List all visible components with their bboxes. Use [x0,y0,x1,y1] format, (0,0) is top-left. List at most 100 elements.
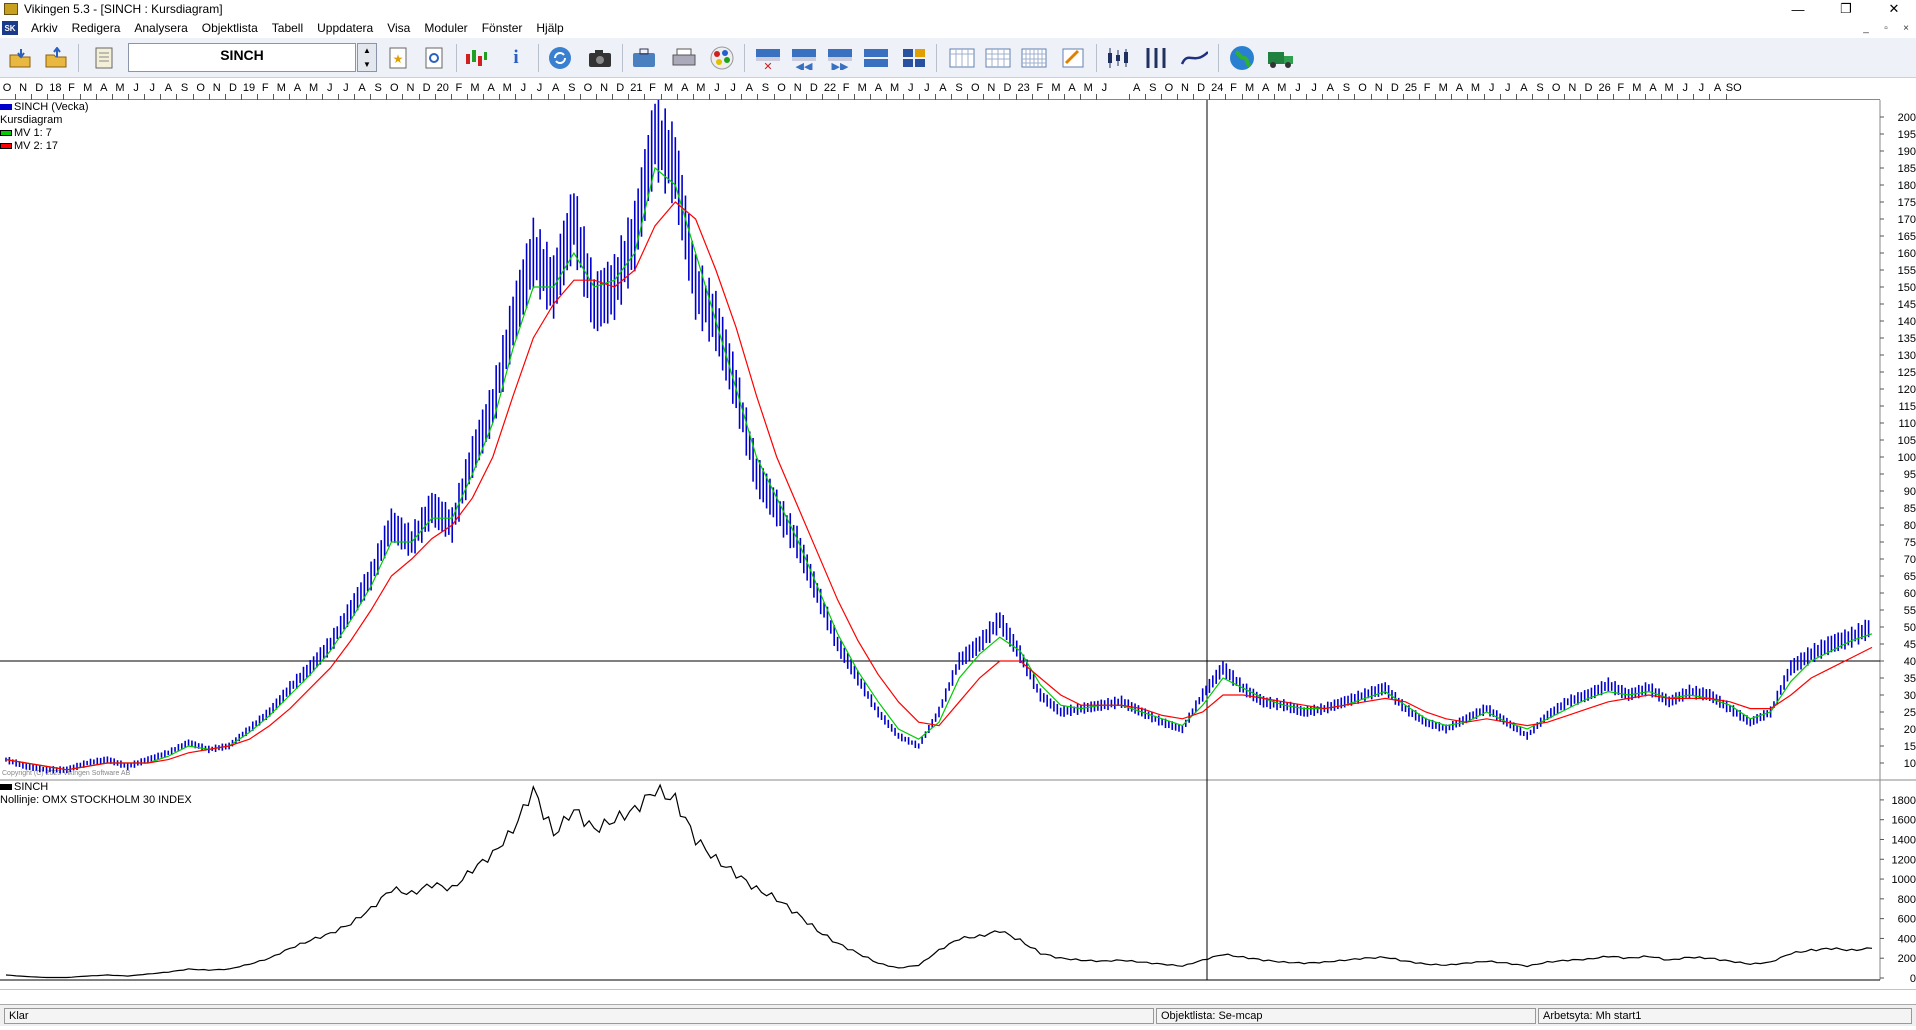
menu-analysera[interactable]: Analysera [127,21,194,35]
timeline-label: J [730,82,736,94]
timeline-label: F [1423,82,1431,94]
export-folder-icon[interactable] [42,44,70,72]
rewind-icon[interactable]: ◀◀ [790,44,818,72]
timeline-label: F [649,82,656,94]
line-chart-icon[interactable] [1180,44,1208,72]
spin-up-button[interactable]: ▲ [363,46,371,55]
mdi-document-icon[interactable]: SK [2,21,18,35]
timeline-label: M [1470,82,1481,94]
menu-hjalp[interactable]: Hjälp [529,21,570,35]
search-doc-icon[interactable] [420,44,448,72]
bookmark-star-icon[interactable]: ★ [384,44,412,72]
menu-arkiv[interactable]: Arkiv [24,21,65,35]
timeline-label: M [1083,82,1093,94]
timeline-label: M [889,82,900,94]
calendar-month-icon[interactable] [1020,44,1048,72]
timeline-label: O [196,82,205,94]
price-tick-label: 25 [1904,707,1916,719]
mdi-restore-button[interactable]: ▫ [1878,21,1894,35]
briefcase-icon[interactable] [630,44,658,72]
candles-color-icon[interactable] [462,44,490,72]
menu-bar: SK Arkiv Redigera Analysera Objektlista … [0,18,1916,38]
price-tick-label: 145 [1898,299,1916,311]
calendar-week-icon[interactable] [984,44,1012,72]
price-tick-label: 70 [1904,554,1916,566]
menu-fonster[interactable]: Fönster [475,21,530,35]
mdi-close-button[interactable]: × [1898,21,1914,35]
menu-redigera[interactable]: Redigera [65,21,128,35]
timeline-label: J [536,82,543,94]
spin-down-button[interactable]: ▼ [363,60,371,69]
price-tick-label: 140 [1898,316,1916,328]
price-tick-label: 45 [1904,639,1916,651]
notebook-icon[interactable] [90,44,118,72]
svg-text:◀◀: ◀◀ [796,61,813,70]
timeline-label: J [1505,82,1511,94]
timeline-label: S [761,82,770,94]
timeline-label: F [68,82,75,94]
status-objektlista: Objektlista: Se-mcap [1156,1008,1536,1024]
restore-button[interactable]: ❐ [1826,0,1866,18]
timeline-label: S [568,82,576,94]
close-button[interactable]: ✕ [1874,0,1914,18]
svg-text:✕: ✕ [763,61,772,70]
timeline-label: A [681,82,689,94]
index-tick-label: 800 [1898,894,1916,906]
chart-area[interactable]: 10 15 20 25 30 35 40 45 50 55 60 65 70 75 80 85 90 95 100 1… [0,100,1916,990]
menu-objektlista[interactable]: Objektlista [195,21,265,35]
timeline-axis: O N D 18 F M A M J J A S O N D 19 F M A M J J A S O N D 20 F M A M J J A S O… [0,80,1880,100]
timeline-label: M [502,82,512,94]
menu-visa[interactable]: Visa [380,21,417,35]
palette-icon[interactable] [708,44,736,72]
timeline-label: F [261,82,269,94]
timeline-label: O [583,82,593,94]
fast-forward-icon[interactable]: ▶▶ [826,44,854,72]
symbol-input[interactable]: SINCH [128,43,356,72]
timeline-label: A [745,82,753,94]
timeline-label: S [1149,82,1157,94]
timeline-label: 26 [1598,82,1611,94]
edit-chart-icon[interactable] [1060,44,1088,72]
grid-numbers-icon[interactable] [900,44,928,72]
timeline-label: A [551,82,560,94]
refresh-icon[interactable] [546,44,574,72]
timeline-label: A [1132,82,1141,94]
timeline-label: 22 [823,82,837,94]
menu-tabell[interactable]: Tabell [265,21,310,35]
timeline-label: O [1358,82,1367,94]
price-tick-label: 50 [1904,622,1916,634]
candlestick-icon[interactable] [1104,44,1132,72]
minimize-button[interactable]: — [1778,0,1818,18]
price-tick-label: 175 [1898,197,1916,209]
truck-icon[interactable] [1266,44,1294,72]
window-close-icon[interactable]: ✕ [754,44,782,72]
timeline-label: F [842,82,850,94]
mdi-minimize-button[interactable]: _ [1858,21,1874,35]
open-folder-icon[interactable] [6,44,34,72]
timeline-label: M [1051,82,1061,94]
timeline-label: A [1455,82,1464,94]
calendar-day-icon[interactable] [948,44,976,72]
index-tick-label: 400 [1898,933,1916,945]
symbol-spinner[interactable]: ▲ ▼ [357,43,377,72]
price-tick-label: 170 [1898,214,1916,226]
timeline-label: J [520,82,527,94]
print-icon[interactable] [670,44,698,72]
window-split-icon[interactable] [862,44,890,72]
timeline-label: A [1326,82,1334,94]
info-icon[interactable]: i [502,44,530,72]
camera-icon[interactable] [586,44,614,72]
menu-moduler[interactable]: Moduler [417,21,474,35]
bars-icon[interactable] [1142,44,1170,72]
price-tick-label: 125 [1898,367,1916,379]
menu-uppdatera[interactable]: Uppdatera [310,21,380,35]
timeline-label: SO [1725,82,1742,94]
timeline-label: M [83,82,93,94]
timeline-label: M [1632,82,1642,94]
globe-icon[interactable] [1228,44,1256,72]
timeline-label: J [1295,82,1301,94]
ma1-line [5,166,1873,771]
timeline-label: D [616,82,625,94]
timeline-label: J [907,82,914,94]
price-tick-label: 120 [1898,384,1916,396]
